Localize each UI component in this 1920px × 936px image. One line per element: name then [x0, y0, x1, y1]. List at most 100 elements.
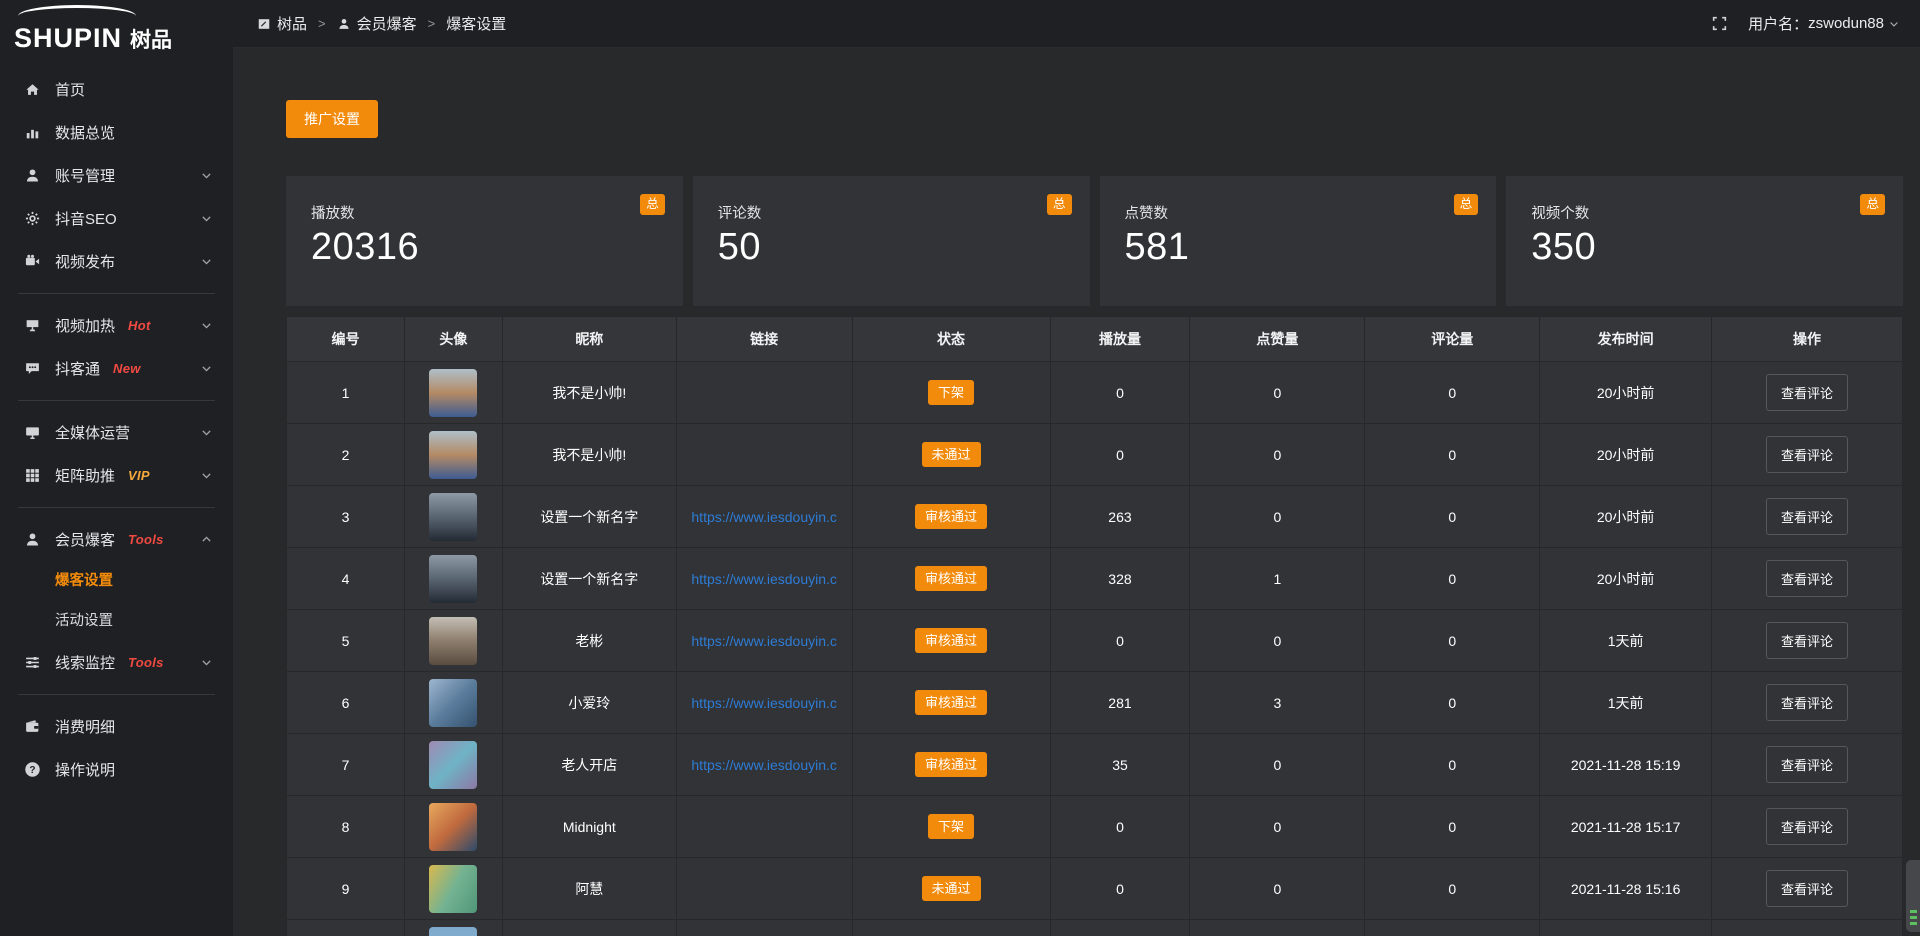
cell-comments: 0 — [1365, 362, 1540, 424]
view-comments-button[interactable]: 查看评论 — [1766, 684, 1848, 721]
cell-time: 20小时前 — [1540, 362, 1712, 424]
col-header-9: 发布时间 — [1540, 317, 1712, 362]
cell-status: 未通过 — [852, 424, 1050, 486]
sidebar-subitem-activity-settings[interactable]: 活动设置 — [0, 601, 233, 641]
view-comments-button[interactable]: 查看评论 — [1766, 808, 1848, 845]
breadcrumb-item-2[interactable]: 会员爆客 — [337, 13, 417, 34]
chevron-down-icon — [200, 319, 213, 332]
chevron-down-icon — [200, 426, 213, 439]
stat-value: 50 — [718, 226, 1070, 269]
stat-card-videos: 视频个数350总 — [1506, 176, 1903, 306]
cell-time: 2021-11-28 15:17 — [1540, 796, 1712, 858]
cell-plays: 0 — [1050, 796, 1190, 858]
stat-label: 点赞数 — [1125, 202, 1477, 223]
grid-icon — [24, 467, 41, 484]
sidebar-item-consume-detail[interactable]: 消费明细 — [0, 705, 233, 748]
cell-avatar — [404, 486, 502, 548]
cell-action: 查看评论 — [1712, 672, 1903, 734]
status-badge: 未通过 — [922, 442, 981, 467]
chevron-up-icon — [200, 533, 213, 546]
sidebar-subitem-baoke-settings[interactable]: 爆客设置 — [0, 561, 233, 601]
sidebar-item-tag: Hot — [128, 318, 151, 333]
table-head: 编号头像昵称链接状态播放量点赞量评论量发布时间操作 — [287, 317, 1903, 362]
sidebar-item-home[interactable]: 首页 — [0, 68, 233, 111]
sidebar-item-member-baoke[interactable]: 会员爆客Tools — [0, 518, 233, 561]
cell-comments: 0 — [1365, 858, 1540, 920]
question-icon: ? — [24, 761, 41, 778]
cell-comments: 0 — [1365, 734, 1540, 796]
chart-icon — [24, 124, 41, 141]
cell-link: https://www.iesdouyin.c — [676, 734, 852, 796]
cell-likes: 3 — [1190, 672, 1365, 734]
stat-label: 播放数 — [311, 202, 663, 223]
chevron-down-icon — [200, 169, 213, 182]
sidebar-item-douketong[interactable]: 抖客通New — [0, 347, 233, 390]
sidebar-item-operation-guide[interactable]: ?操作说明 — [0, 748, 233, 791]
sidebar-item-data-overview[interactable]: 数据总览 — [0, 111, 233, 154]
cell-link — [676, 858, 852, 920]
sidebar-item-media-operation[interactable]: 全媒体运营 — [0, 411, 233, 454]
cell-time: 20小时前 — [1540, 548, 1712, 610]
cell-nickname: 设置一个新名字 — [502, 548, 676, 610]
stat-label: 评论数 — [718, 202, 1070, 223]
table-row: 9阿慧未通过0002021-11-28 15:16查看评论 — [287, 858, 1903, 920]
breadcrumb-label: 爆客设置 — [446, 13, 506, 34]
video-link[interactable]: https://www.iesdouyin.c — [678, 571, 851, 587]
cell-status — [852, 920, 1050, 936]
status-badge: 未通过 — [922, 876, 981, 901]
cell-link: https://www.iesdouyin.c — [676, 548, 852, 610]
cell-avatar — [404, 610, 502, 672]
col-header-4: 链接 — [676, 317, 852, 362]
sidebar-item-video-heat[interactable]: 视频加热Hot — [0, 304, 233, 347]
user-menu[interactable]: 用户名： zswodun88 — [1748, 13, 1900, 34]
username-value: zswodun88 — [1808, 15, 1884, 32]
cell-plays: 281 — [1050, 672, 1190, 734]
cell-likes: 1 — [1190, 548, 1365, 610]
view-comments-button[interactable]: 查看评论 — [1766, 746, 1848, 783]
table-row: 6小爱玲https://www.iesdouyin.c审核通过281301天前查… — [287, 672, 1903, 734]
video-link[interactable]: https://www.iesdouyin.c — [678, 695, 851, 711]
view-comments-button[interactable]: 查看评论 — [1766, 560, 1848, 597]
avatar — [429, 493, 477, 541]
view-comments-button[interactable]: 查看评论 — [1766, 622, 1848, 659]
cell-likes: 0 — [1190, 858, 1365, 920]
sidebar-item-tag: Tools — [128, 655, 164, 670]
floating-service-widget[interactable] — [1906, 860, 1920, 932]
breadcrumb-separator: > — [428, 16, 436, 31]
sidebar-divider — [18, 400, 215, 401]
cell-action: 查看评论 — [1712, 362, 1903, 424]
breadcrumb-item-1[interactable]: 树品 — [257, 13, 307, 34]
svg-text:?: ? — [29, 765, 35, 776]
cell-likes: 0 — [1190, 486, 1365, 548]
video-link[interactable]: https://www.iesdouyin.c — [678, 633, 851, 649]
video-link[interactable]: https://www.iesdouyin.c — [678, 757, 851, 773]
cell-time — [1540, 920, 1712, 936]
promo-settings-button[interactable]: 推广设置 — [286, 100, 378, 138]
video-link[interactable]: https://www.iesdouyin.c — [678, 509, 851, 525]
view-comments-button[interactable]: 查看评论 — [1766, 498, 1848, 535]
cell-index: 6 — [287, 672, 405, 734]
col-header-7: 点赞量 — [1190, 317, 1365, 362]
cell-action: 查看评论 — [1712, 734, 1903, 796]
cell-nickname: 小爱玲 — [502, 672, 676, 734]
logo-text-cn: 树品 — [130, 29, 172, 52]
cell-link — [676, 362, 852, 424]
sidebar-item-douyin-seo[interactable]: 抖音SEO — [0, 197, 233, 240]
cell-status: 下架 — [852, 362, 1050, 424]
cell-link: https://www.iesdouyin.c — [676, 610, 852, 672]
avatar — [429, 369, 477, 417]
sidebar-item-video-publish[interactable]: 视频发布 — [0, 240, 233, 283]
view-comments-button[interactable]: 查看评论 — [1766, 374, 1848, 411]
table-row: 3设置一个新名字https://www.iesdouyin.c审核通过26300… — [287, 486, 1903, 548]
cell-avatar — [404, 858, 502, 920]
fullscreen-icon[interactable] — [1711, 15, 1728, 32]
sidebar-item-matrix-boost[interactable]: 矩阵助推VIP — [0, 454, 233, 497]
person-icon — [337, 17, 351, 31]
sidebar-item-account-manage[interactable]: 账号管理 — [0, 154, 233, 197]
col-header-3: 昵称 — [502, 317, 676, 362]
sidebar-item-clue-monitor[interactable]: 线索监控Tools — [0, 641, 233, 684]
view-comments-button[interactable]: 查看评论 — [1766, 870, 1848, 907]
gear-icon — [24, 210, 41, 227]
cell-plays: 263 — [1050, 486, 1190, 548]
view-comments-button[interactable]: 查看评论 — [1766, 436, 1848, 473]
